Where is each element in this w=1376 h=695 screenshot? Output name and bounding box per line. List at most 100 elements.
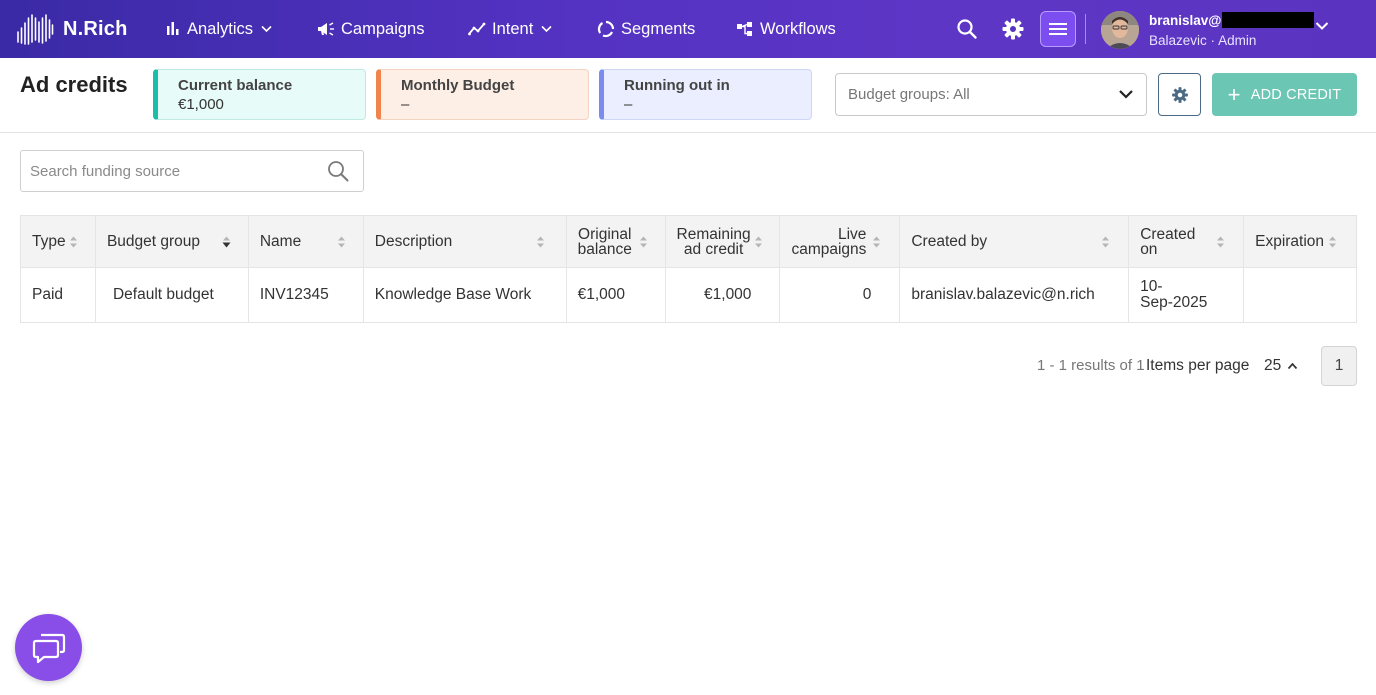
col-expiration-label: Expiration	[1255, 233, 1325, 250]
monthly-budget-label: Monthly Budget	[401, 77, 515, 94]
col-remaining-credit[interactable]: Remaining ad credit	[666, 216, 781, 267]
workflow-icon	[737, 22, 752, 36]
nav-workflows[interactable]: Workflows	[736, 18, 836, 40]
current-balance-value: €1,000	[178, 96, 224, 113]
megaphone-icon	[318, 22, 334, 36]
search-input[interactable]	[21, 151, 311, 191]
page-title: Ad credits	[20, 72, 128, 97]
col-live-campaigns-label: Live campaigns	[791, 226, 867, 258]
cell-type: Paid	[21, 268, 96, 322]
cell-expiration	[1244, 268, 1356, 322]
gear-icon	[1171, 86, 1188, 103]
chevron-up-icon	[1288, 362, 1298, 370]
gear-icon[interactable]	[1001, 17, 1025, 41]
header-divider	[0, 132, 1376, 133]
col-created-on-l2: on	[1140, 240, 1158, 258]
col-created-on-label: Created on	[1140, 226, 1195, 258]
sort-icon	[1217, 236, 1225, 248]
user-surname: Balazevic	[1149, 33, 1207, 48]
current-balance-label: Current balance	[178, 77, 293, 94]
brand[interactable]: N.Rich	[16, 12, 128, 46]
cell-created-on-l2: Sep-2025	[1140, 294, 1208, 311]
cell-budget-group: Default budget	[96, 268, 249, 322]
col-budget-group-label: Budget group	[106, 233, 201, 250]
nav-campaigns-label: Campaigns	[341, 19, 425, 38]
col-original-balance[interactable]: Original balance	[567, 216, 666, 267]
nav-divider	[1085, 14, 1086, 44]
nav-campaigns[interactable]: Campaigns	[317, 18, 424, 40]
segments-icon	[597, 20, 615, 38]
cell-live-campaigns: 0	[780, 268, 901, 322]
user-separator: ·	[1210, 33, 1216, 48]
table-header-row: Type Budget group Name Description Origi…	[21, 216, 1356, 268]
nav-analytics[interactable]: Analytics	[165, 18, 272, 40]
col-name[interactable]: Name	[249, 216, 364, 267]
running-out-label: Running out in	[624, 77, 730, 94]
monthly-budget-value: –	[401, 96, 410, 113]
col-created-on[interactable]: Created on	[1129, 216, 1245, 267]
chat-button[interactable]	[15, 614, 82, 681]
trend-icon	[468, 22, 486, 36]
avatar-photo	[1101, 11, 1139, 49]
sort-icon	[337, 236, 345, 248]
cell-created-by: branislav.balazevic@n.rich	[900, 268, 1130, 322]
col-name-label: Name	[259, 233, 302, 250]
cell-created-on-l1: 10-	[1140, 278, 1163, 295]
table-row[interactable]: Paid Default budget INV12345 Knowledge B…	[21, 268, 1356, 322]
chevron-down-icon[interactable]	[1315, 21, 1329, 31]
sort-icon	[639, 236, 647, 248]
col-description[interactable]: Description	[364, 216, 567, 267]
col-remaining-credit-l2: ad credit	[683, 240, 744, 258]
cell-name: INV12345	[249, 268, 364, 322]
cell-description: Knowledge Base Work	[364, 268, 567, 322]
col-remaining-credit-l1: Remaining	[676, 225, 751, 243]
col-original-balance-l2: balance	[577, 240, 632, 258]
running-out-card: Running out in –	[599, 69, 812, 120]
search-icon[interactable]	[955, 17, 979, 41]
budget-groups-value: Budget groups: All	[848, 86, 970, 103]
chevron-down-icon	[1119, 90, 1133, 99]
sort-icon	[536, 236, 544, 248]
cell-created-on: 10- Sep-2025	[1129, 268, 1245, 322]
user-email-prefix: branislav@	[1149, 12, 1222, 28]
plus-icon: +	[1227, 81, 1241, 107]
avatar[interactable]	[1101, 11, 1139, 49]
nav-workflows-label: Workflows	[760, 19, 836, 38]
col-expiration[interactable]: Expiration	[1244, 216, 1356, 267]
redacted-block	[1222, 12, 1315, 28]
nav-segments[interactable]: Segments	[597, 18, 695, 40]
chevron-down-icon	[541, 25, 552, 33]
sort-icon	[1329, 236, 1337, 248]
user-name: branislav@	[1149, 12, 1315, 28]
col-created-by[interactable]: Created by	[900, 216, 1130, 267]
add-credit-button[interactable]: + ADD CREDIT	[1212, 73, 1357, 116]
col-description-label: Description	[374, 233, 453, 250]
items-per-page-label: Items per page	[1146, 357, 1250, 374]
col-created-by-label: Created by	[911, 233, 988, 250]
col-live-campaigns-l2: campaigns	[791, 240, 867, 258]
user-role: Admin	[1218, 33, 1257, 48]
cell-original-balance: €1,000	[567, 268, 666, 322]
col-type[interactable]: Type	[21, 216, 96, 267]
col-remaining-credit-label: Remaining ad credit	[676, 225, 751, 258]
brand-name: N.Rich	[63, 17, 128, 40]
col-budget-group[interactable]: Budget group	[96, 216, 249, 267]
budget-settings-button[interactable]	[1158, 73, 1201, 116]
user-role-line: Balazevic · Admin	[1149, 33, 1256, 48]
cell-remaining-credit: €1,000	[666, 268, 781, 322]
top-navbar: N.Rich Analytics Campaigns Intent Segmen…	[0, 0, 1376, 58]
budget-groups-select[interactable]: Budget groups: All	[835, 73, 1147, 116]
page-button-1[interactable]: 1	[1321, 346, 1357, 386]
menu-button[interactable]	[1040, 11, 1076, 47]
items-per-page-select[interactable]: 25	[1264, 357, 1298, 375]
menu-icon	[1049, 23, 1067, 35]
current-balance-card: Current balance €1,000	[153, 69, 366, 120]
bar-chart-icon	[167, 22, 179, 35]
sort-icon	[70, 236, 77, 248]
nav-intent[interactable]: Intent	[468, 18, 552, 40]
col-live-campaigns[interactable]: Live campaigns	[780, 216, 901, 267]
add-credit-label: ADD CREDIT	[1250, 86, 1342, 103]
search-icon[interactable]	[327, 160, 349, 182]
items-per-page-value: 25	[1264, 357, 1282, 374]
search-box	[20, 150, 364, 192]
